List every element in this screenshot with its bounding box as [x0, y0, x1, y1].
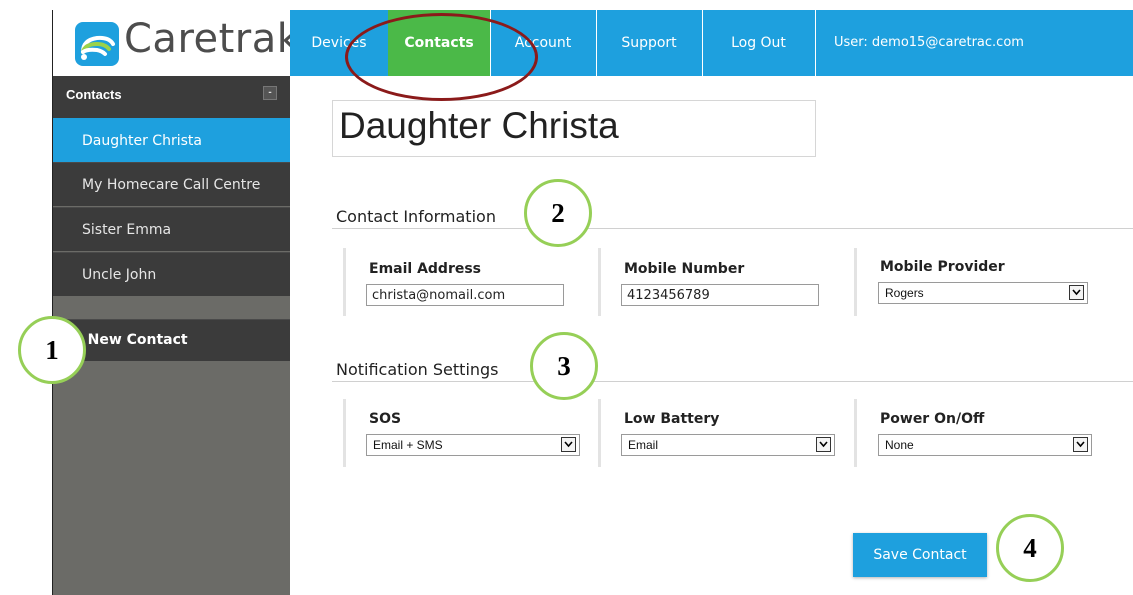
email-input[interactable]: [366, 284, 564, 306]
power-select[interactable]: None: [878, 434, 1092, 456]
provider-value: Rogers: [885, 286, 924, 300]
highlight-ellipse: [345, 13, 538, 101]
sidebar-item-homecare-call-centre[interactable]: My Homecare Call Centre: [53, 162, 290, 206]
chevron-down-icon: [1073, 437, 1088, 452]
annotation-1: 1: [18, 316, 86, 384]
contact-name-field[interactable]: Daughter Christa: [332, 100, 816, 157]
chevron-down-icon: [816, 437, 831, 452]
sos-select[interactable]: Email + SMS: [366, 434, 580, 456]
mobile-label: Mobile Number: [624, 261, 745, 277]
provider-label: Mobile Provider: [880, 259, 1005, 275]
sidebar-title: Contacts: [66, 87, 122, 102]
annotation-3: 3: [530, 332, 598, 400]
field-divider: [343, 248, 346, 316]
new-contact-button[interactable]: + New Contact: [53, 319, 290, 361]
sidebar: Contacts - Daughter Christa My Homecare …: [53, 76, 290, 595]
sidebar-item-sister-emma[interactable]: Sister Emma: [53, 207, 290, 251]
field-divider: [598, 399, 601, 467]
logo-text: Caretrak: [124, 16, 301, 62]
main-content: Daughter Christa Contact Information Ema…: [290, 76, 1133, 595]
collapse-icon[interactable]: -: [263, 86, 277, 100]
section-divider: [332, 381, 1133, 382]
field-divider: [854, 248, 857, 316]
battery-select[interactable]: Email: [621, 434, 835, 456]
email-label: Email Address: [369, 261, 482, 277]
sos-label: SOS: [369, 411, 402, 427]
logo[interactable]: Caretrak: [53, 10, 300, 76]
chevron-down-icon: [561, 437, 576, 452]
app-window: Caretrak Devices Contacts Account Suppor…: [52, 10, 1133, 595]
annotation-4: 4: [996, 514, 1064, 582]
annotation-2: 2: [524, 179, 592, 247]
contact-name: Daughter Christa: [339, 105, 619, 146]
field-divider: [598, 248, 601, 316]
sidebar-item-uncle-john[interactable]: Uncle John: [53, 252, 290, 296]
sos-value: Email + SMS: [373, 438, 443, 452]
sidebar-header: Contacts -: [53, 76, 290, 118]
field-divider: [854, 399, 857, 467]
battery-label: Low Battery: [624, 411, 720, 427]
nav-logout[interactable]: Log Out: [702, 10, 816, 76]
mobile-input[interactable]: [621, 284, 819, 306]
power-label: Power On/Off: [880, 411, 985, 427]
nav-support[interactable]: Support: [596, 10, 703, 76]
field-divider: [343, 399, 346, 467]
notification-settings-title: Notification Settings: [336, 360, 499, 379]
user-email: User: demo15@caretrac.com: [834, 35, 1024, 50]
section-divider: [332, 228, 1133, 229]
sidebar-item-daughter-christa[interactable]: Daughter Christa: [53, 118, 290, 162]
provider-select[interactable]: Rogers: [878, 282, 1088, 304]
chevron-down-icon: [1069, 285, 1084, 300]
battery-value: Email: [628, 438, 659, 452]
save-contact-button[interactable]: Save Contact: [853, 533, 987, 577]
power-value: None: [885, 438, 914, 452]
contact-info-title: Contact Information: [336, 207, 496, 226]
caretrak-logo-icon: [75, 22, 119, 66]
